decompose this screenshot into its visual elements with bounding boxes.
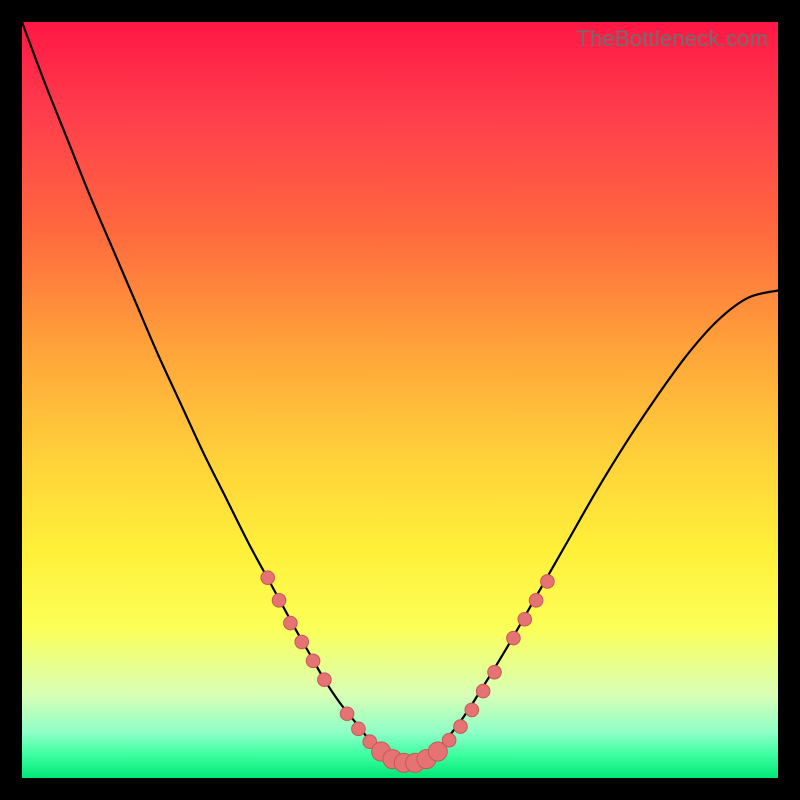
data-marker (518, 612, 532, 626)
chart-svg (22, 22, 778, 778)
data-marker (541, 575, 555, 589)
data-marker (340, 707, 354, 721)
data-marker (261, 571, 275, 585)
data-marker (442, 733, 456, 747)
curve-layer (22, 22, 778, 764)
marker-layer (261, 571, 554, 773)
data-marker (318, 673, 332, 687)
data-marker (529, 594, 543, 608)
data-marker (272, 594, 286, 608)
data-marker (488, 665, 502, 679)
data-marker (306, 654, 320, 668)
data-marker (507, 631, 521, 645)
data-marker (476, 684, 490, 698)
chart-stage: TheBottleneck.com (0, 0, 800, 800)
chart-plot-area: TheBottleneck.com (22, 22, 778, 778)
data-marker (352, 722, 366, 736)
data-marker (465, 703, 479, 717)
data-marker (454, 720, 468, 734)
data-marker (295, 635, 309, 649)
bottleneck-curve (22, 22, 778, 764)
data-marker (284, 616, 298, 630)
